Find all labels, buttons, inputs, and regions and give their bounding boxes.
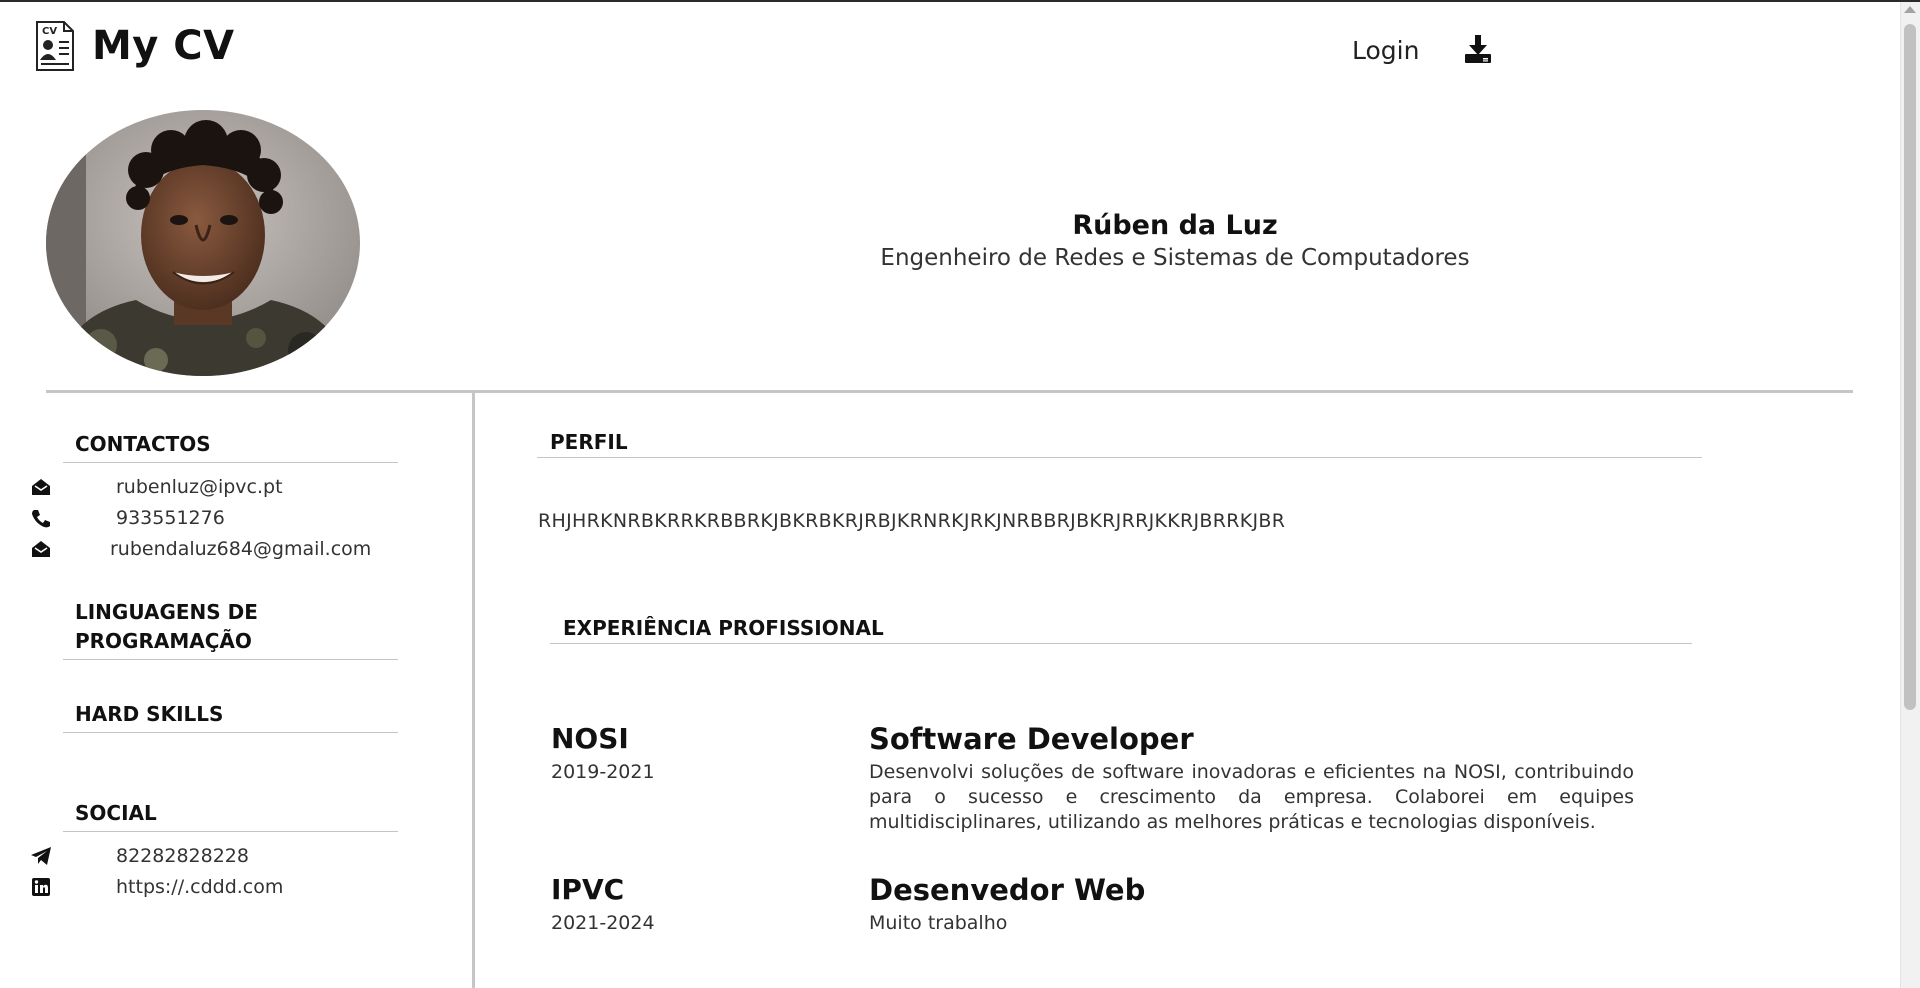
profile-header: Rúben da Luz Engenheiro de Redes e Siste…	[700, 210, 1650, 271]
profile-section-heading: PERFIL	[537, 430, 1702, 458]
profile-role: Engenheiro de Redes e Sistemas de Comput…	[880, 245, 1470, 271]
experience-section-heading: EXPERIÊNCIA PROFISSIONAL	[550, 616, 1692, 644]
experience-years: 2021-2024	[551, 912, 655, 934]
envelope-open-icon	[32, 541, 50, 557]
experience-company: IPVC	[551, 873, 625, 906]
app-title: My CV	[92, 23, 235, 69]
contacts-heading: CONTACTOS	[63, 430, 398, 463]
profile-text: RHJHRKNRBKRRKRBBRKJBKRBKRJRBJKRNRKJRKJNR…	[538, 510, 1286, 532]
vertical-divider	[472, 393, 475, 988]
envelope-open-icon	[32, 479, 50, 495]
experience-title: Software Developer	[869, 722, 1194, 756]
contact-gmail-row: rubendaluz684@gmail.com	[30, 538, 371, 560]
brand[interactable]: CV My CV	[34, 20, 235, 72]
cv-document-icon: CV	[36, 21, 74, 71]
social-linkedin-row: https://.cddd.com	[30, 876, 283, 898]
profile-photo	[46, 110, 360, 376]
experience-title: Desenvedor Web	[869, 873, 1146, 907]
contact-gmail[interactable]: rubendaluz684@gmail.com	[110, 538, 371, 560]
contact-email-row: rubenluz@ipvc.pt	[30, 476, 283, 498]
social-linkedin[interactable]: https://.cddd.com	[116, 876, 283, 898]
languages-heading: LINGUAGENS DE PROGRAMAÇÃO	[63, 598, 398, 660]
download-icon[interactable]	[1464, 34, 1492, 64]
scroll-up-arrow[interactable]	[1904, 6, 1916, 13]
languages-heading-line1: LINGUAGENS DE	[75, 600, 258, 624]
experience-company: NOSI	[551, 722, 629, 755]
telegram-icon	[31, 847, 51, 865]
top-border	[0, 0, 1920, 2]
languages-heading-line2: PROGRAMAÇÃO	[75, 629, 252, 653]
experience-description: Muito trabalho	[869, 912, 1008, 934]
linkedin-icon	[32, 878, 50, 896]
horizontal-divider	[46, 390, 1853, 393]
svg-text:CV: CV	[42, 26, 57, 37]
experience-description: Desenvolvi soluções de software inovador…	[869, 761, 1634, 833]
hard-skills-heading: HARD SKILLS	[63, 700, 398, 733]
social-telegram-row: 82282828228	[30, 845, 249, 867]
social-telegram[interactable]: 82282828228	[116, 845, 249, 867]
phone-icon	[32, 510, 50, 528]
experience-years: 2019-2021	[551, 761, 655, 783]
login-link[interactable]: Login	[1352, 36, 1419, 65]
profile-name: Rúben da Luz	[1072, 210, 1278, 241]
social-heading: SOCIAL	[63, 799, 398, 832]
contact-phone[interactable]: 933551276	[116, 507, 225, 529]
scrollbar-thumb[interactable]	[1904, 24, 1916, 710]
contact-email[interactable]: rubenluz@ipvc.pt	[116, 476, 283, 498]
contact-phone-row: 933551276	[30, 507, 225, 529]
